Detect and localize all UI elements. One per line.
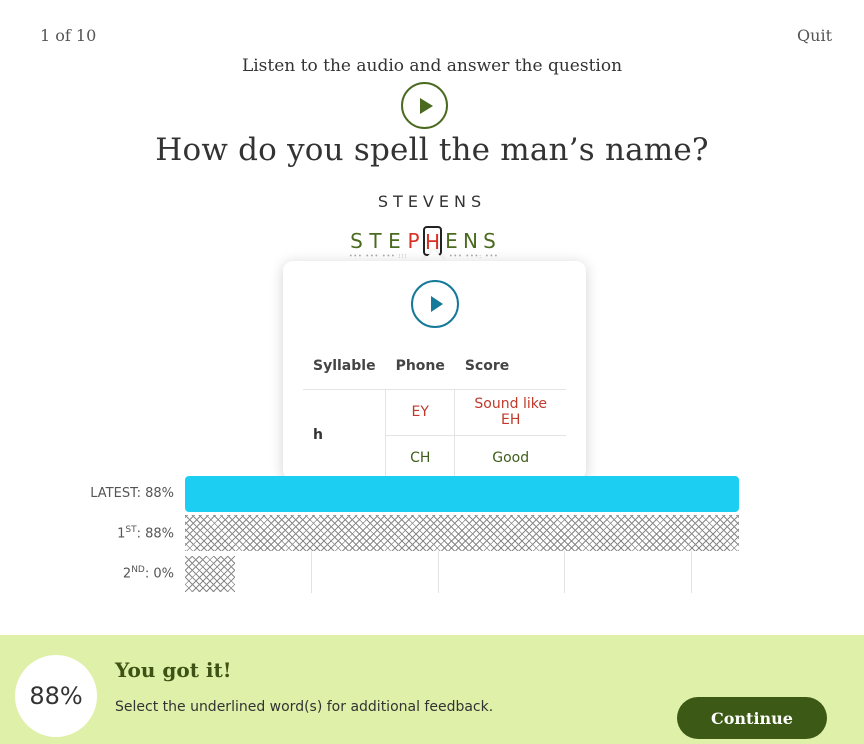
column-header: Score	[464, 358, 510, 375]
spoken-letter[interactable]: E	[442, 228, 461, 254]
instruction-text: Listen to the audio and answer the quest…	[241, 56, 623, 76]
gridline	[691, 550, 692, 593]
table-header-row: Syllable Phone Score	[303, 344, 566, 389]
question-title: How do you spell the man’s name?	[155, 132, 709, 168]
syllable-cell: h	[303, 388, 386, 481]
result-footer: 88% You got it! Select the underlined wo…	[0, 635, 864, 744]
table-row: h EY Sound like EH	[303, 388, 566, 481]
quit-link[interactable]: Quit	[797, 26, 832, 45]
phoneme-feedback-popover: Syllable Phone Score h EY Sound like EH …	[283, 261, 586, 481]
score-bar	[185, 476, 739, 512]
score-chart: LATEST: 88% 1ST: 88% 2ND: 0%	[0, 470, 864, 595]
gridline	[311, 550, 312, 593]
column-header: Syllable	[313, 358, 376, 375]
spoken-letter[interactable]: T	[366, 228, 385, 254]
play-icon	[420, 97, 433, 114]
phone-cell: EY	[385, 388, 455, 435]
phoneme-table: Syllable Phone Score h EY Sound like EH …	[303, 344, 566, 481]
play-phoneme-button[interactable]	[411, 280, 459, 328]
result-title: You got it!	[115, 658, 232, 682]
gridline	[564, 550, 565, 593]
column-header: Phone	[395, 358, 445, 375]
bar-label-suffix: ND	[131, 565, 145, 575]
play-icon	[431, 296, 443, 312]
bar-label-value: : 0%	[144, 566, 174, 582]
result-subtitle: Select the underlined word(s) for additi…	[115, 699, 494, 715]
gridline	[438, 550, 439, 593]
continue-button[interactable]: Continue	[677, 697, 827, 739]
bar-label-suffix: ST	[125, 525, 137, 535]
score-bar	[185, 556, 235, 592]
spoken-letter[interactable]: E	[385, 228, 404, 254]
bar-label-latest: LATEST: 88%	[90, 486, 174, 501]
progress-counter: 1 of 10	[40, 26, 97, 45]
spoken-letter[interactable]: P	[404, 228, 423, 254]
score-circle: 88%	[15, 655, 97, 737]
underline-dots: ••• ••• ••• ⁝⁝⁝	[349, 253, 408, 260]
score-cell: Sound like EH	[454, 388, 566, 435]
bar-label-second: 2ND: 0%	[123, 565, 174, 581]
bar-label-value: : 88%	[136, 526, 174, 542]
spoken-letter[interactable]: N	[461, 228, 480, 254]
target-word: STEVENS	[377, 192, 487, 211]
play-audio-button[interactable]	[401, 82, 448, 129]
spoken-word[interactable]: STEPHENS	[347, 226, 499, 256]
score-bar	[185, 515, 739, 551]
bar-label-first: 1ST: 88%	[117, 525, 174, 541]
spoken-letter[interactable]: S	[480, 228, 499, 254]
underline-dots: ••• •••: •••	[449, 253, 499, 260]
bar-label-ordinal: 2	[122, 566, 132, 582]
spoken-letter[interactable]: S	[347, 228, 366, 254]
